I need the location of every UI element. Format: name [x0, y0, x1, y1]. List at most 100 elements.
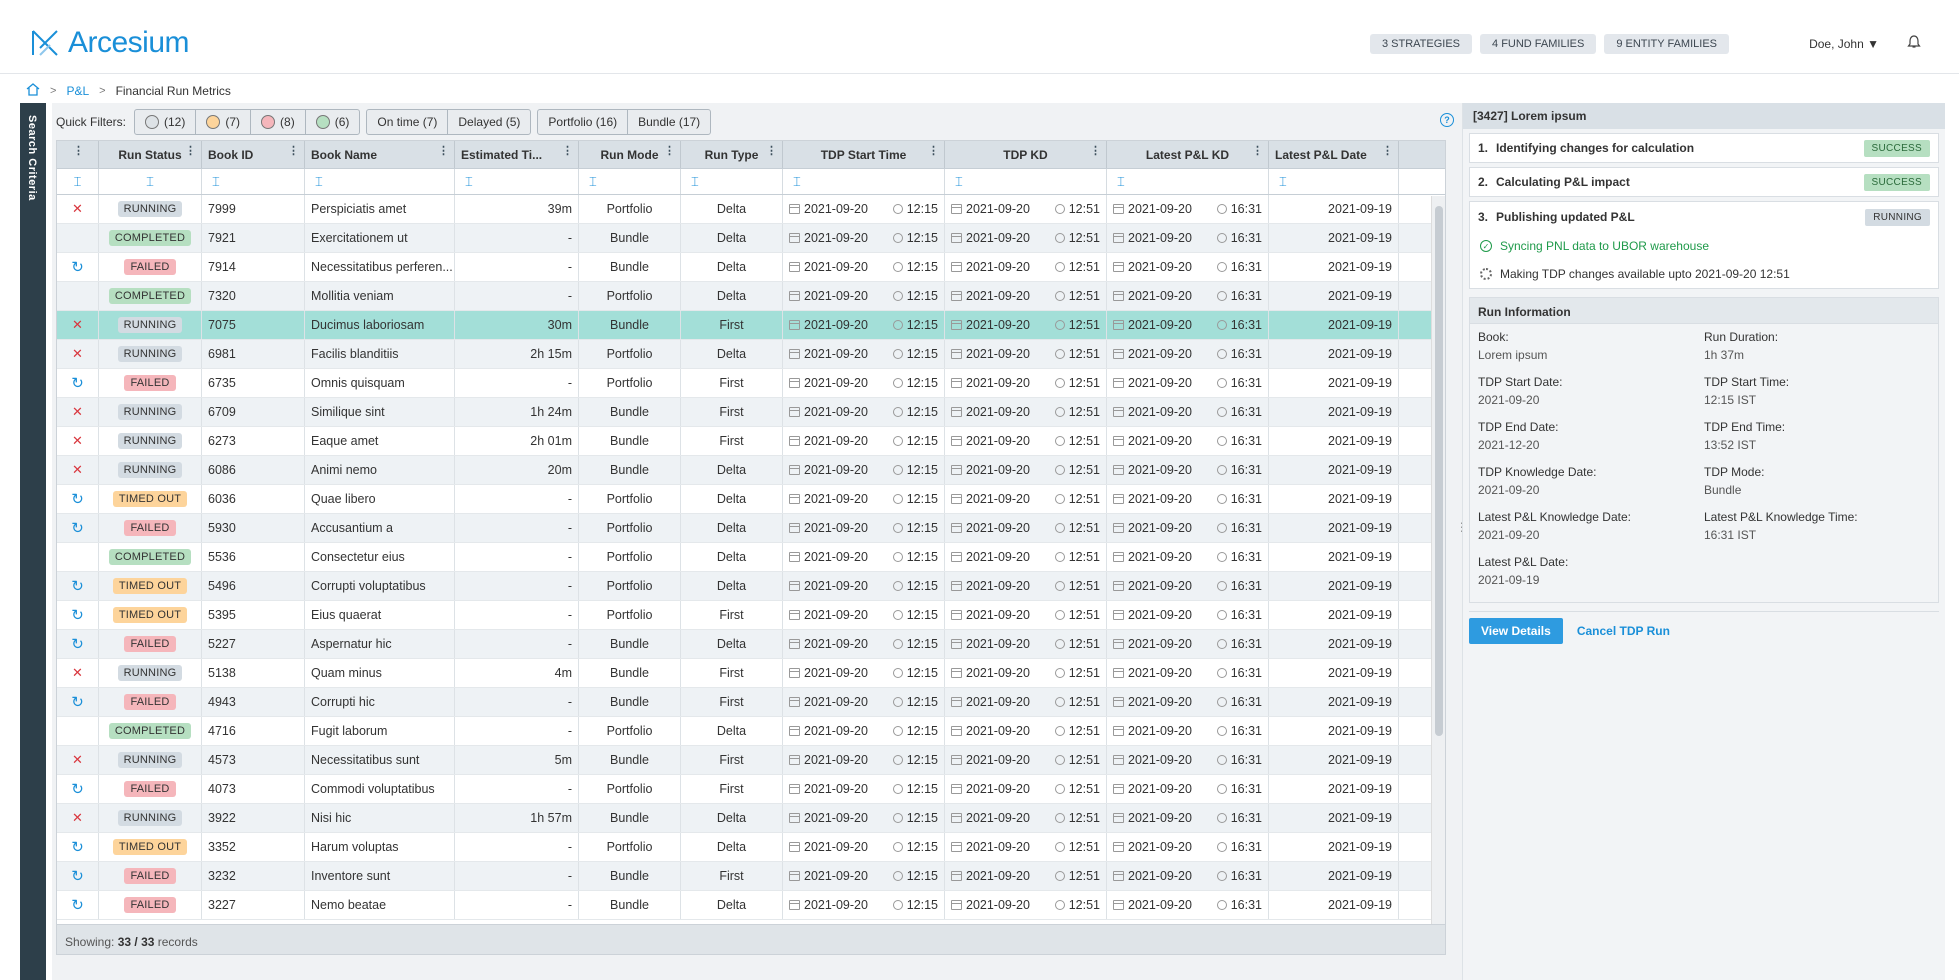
filter-cell[interactable]: ⌶ [945, 169, 1107, 194]
table-row[interactable]: ↻ FAILED 7914 Necessitatibus perferen...… [57, 253, 1445, 282]
cancel-run-icon[interactable]: ✕ [72, 665, 83, 681]
table-row[interactable]: ✕ RUNNING 4573 Necessitatibus sunt 5m Bu… [57, 746, 1445, 775]
scrollbar-thumb[interactable] [1435, 206, 1443, 736]
table-row[interactable]: ↻ FAILED 4943 Corrupti hic - Bundle Firs… [57, 688, 1445, 717]
column-menu-icon[interactable]: ⋮ [664, 146, 675, 157]
table-row[interactable]: ✕ RUNNING 6709 Similique sint 1h 24m Bun… [57, 398, 1445, 427]
rerun-icon[interactable]: ↻ [71, 838, 84, 856]
cancel-run-icon[interactable]: ✕ [72, 810, 83, 826]
table-row[interactable]: ↻ FAILED 6735 Omnis quisquam - Portfolio… [57, 369, 1445, 398]
text-filter-icon[interactable]: ⌶ [1279, 174, 1287, 190]
text-filter-icon[interactable]: ⌶ [691, 174, 699, 190]
rerun-icon[interactable]: ↻ [71, 896, 84, 914]
column-menu-icon[interactable]: ⋮ [1090, 146, 1101, 157]
user-menu[interactable]: Doe, John ▼ [1809, 37, 1879, 51]
filter-on-time[interactable]: On time (7) [367, 110, 449, 134]
column-header-run-mode[interactable]: Run Mode ⋮ [579, 141, 681, 168]
filter-cell[interactable]: ⌶ [202, 169, 305, 194]
breadcrumb-pl[interactable]: P&L [66, 84, 89, 98]
column-menu-icon[interactable]: ⋮ [1252, 146, 1263, 157]
table-row[interactable]: ↻ TIMED OUT 3352 Harum voluptas - Portfo… [57, 833, 1445, 862]
filter-cell[interactable]: ⌶ [783, 169, 945, 194]
logo[interactable]: Arcesium [30, 26, 190, 60]
text-filter-icon[interactable]: ⌶ [212, 174, 220, 190]
table-row[interactable]: ↻ FAILED 5930 Accusantium a - Portfolio … [57, 514, 1445, 543]
text-filter-icon[interactable]: ⌶ [146, 174, 154, 190]
table-row[interactable]: COMPLETED 7320 Mollitia veniam - Portfol… [57, 282, 1445, 311]
column-menu-icon[interactable]: ⋮ [562, 146, 573, 157]
table-row[interactable]: ↻ FAILED 3227 Nemo beatae - Bundle Delta… [57, 891, 1445, 920]
table-row[interactable]: ✕ RUNNING 7075 Ducimus laboriosam 30m Bu… [57, 311, 1445, 340]
column-header-tdp-kd[interactable]: TDP KD ⋮ [945, 141, 1107, 168]
rerun-icon[interactable]: ↻ [71, 867, 84, 885]
table-row[interactable]: ↻ TIMED OUT 6036 Quae libero - Portfolio… [57, 485, 1445, 514]
fund-families-badge[interactable]: 4 FUND FAMILIES [1480, 34, 1597, 54]
column-header-run-type[interactable]: Run Type ⋮ [681, 141, 783, 168]
cancel-run-icon[interactable]: ✕ [72, 752, 83, 768]
column-menu-icon[interactable]: ⋮ [288, 146, 299, 157]
column-menu-icon[interactable]: ⋮ [766, 146, 777, 157]
rerun-icon[interactable]: ↻ [71, 374, 84, 392]
column-menu-icon[interactable]: ⋮ [73, 146, 84, 157]
column-header-latest-pl-kd[interactable]: Latest P&L KD ⋮ [1107, 141, 1269, 168]
table-row[interactable]: COMPLETED 7921 Exercitationem ut - Bundl… [57, 224, 1445, 253]
filter-portfolio[interactable]: Portfolio (16) [538, 110, 629, 134]
table-row[interactable]: ↻ FAILED 4073 Commodi voluptatibus - Por… [57, 775, 1445, 804]
table-row[interactable]: ↻ FAILED 5227 Aspernatur hic - Bundle De… [57, 630, 1445, 659]
text-filter-icon[interactable]: ⌶ [315, 174, 323, 190]
rerun-icon[interactable]: ↻ [71, 693, 84, 711]
cancel-run-icon[interactable]: ✕ [72, 346, 83, 362]
filter-cell[interactable]: ⌶ [455, 169, 579, 194]
rerun-icon[interactable]: ↻ [71, 635, 84, 653]
cancel-run-icon[interactable]: ✕ [72, 433, 83, 449]
text-filter-icon[interactable]: ⌶ [465, 174, 473, 190]
table-row[interactable]: ↻ TIMED OUT 5496 Corrupti voluptatibus -… [57, 572, 1445, 601]
table-row[interactable]: ✕ RUNNING 6273 Eaque amet 2h 01m Bundle … [57, 427, 1445, 456]
rerun-icon[interactable]: ↻ [71, 490, 84, 508]
table-row[interactable]: ✕ RUNNING 3922 Nisi hic 1h 57m Bundle De… [57, 804, 1445, 833]
column-menu-icon[interactable]: ⋮ [185, 146, 196, 157]
table-row[interactable]: ↻ TIMED OUT 5395 Eius quaerat - Portfoli… [57, 601, 1445, 630]
filter-timed-out[interactable]: (7) [196, 110, 252, 134]
search-criteria-tab[interactable]: Search Criteria [20, 103, 46, 980]
column-header-run-status[interactable]: Run Status ⋮ [99, 141, 202, 168]
filter-delayed[interactable]: Delayed (5) [448, 110, 530, 134]
filter-running[interactable]: (12) [135, 110, 197, 134]
column-menu-icon[interactable]: ⋮ [438, 146, 449, 157]
rerun-icon[interactable]: ↻ [71, 780, 84, 798]
filter-cell[interactable]: ⌶ [99, 169, 202, 194]
cancel-run-icon[interactable]: ✕ [72, 201, 83, 217]
entity-families-badge[interactable]: 9 ENTITY FAMILIES [1604, 34, 1729, 54]
strategies-badge[interactable]: 3 STRATEGIES [1369, 34, 1473, 54]
column-header-book-name[interactable]: Book Name ⋮ [305, 141, 455, 168]
cancel-run-icon[interactable]: ✕ [72, 317, 83, 333]
table-row[interactable]: COMPLETED 4716 Fugit laborum - Portfolio… [57, 717, 1445, 746]
column-header-actions[interactable]: ⋮ [57, 141, 99, 168]
cancel-tdp-run-link[interactable]: Cancel TDP Run [1577, 624, 1670, 638]
column-menu-icon[interactable]: ⋮ [1382, 146, 1393, 157]
table-row[interactable]: COMPLETED 5536 Consectetur eius - Portfo… [57, 543, 1445, 572]
home-icon[interactable] [26, 83, 40, 99]
filter-cell[interactable]: ⌶ [1107, 169, 1269, 194]
table-row[interactable]: ✕ RUNNING 7999 Perspiciatis amet 39m Por… [57, 195, 1445, 224]
table-row[interactable]: ✕ RUNNING 6086 Animi nemo 20m Bundle Del… [57, 456, 1445, 485]
filter-cell[interactable]: ⌶ [305, 169, 455, 194]
column-header-tdp-start-time[interactable]: TDP Start Time ⋮ [783, 141, 945, 168]
rerun-icon[interactable]: ↻ [71, 519, 84, 537]
column-header-book-id[interactable]: Book ID ⋮ [202, 141, 305, 168]
table-row[interactable]: ✕ RUNNING 6981 Facilis blanditiis 2h 15m… [57, 340, 1445, 369]
text-filter-icon[interactable]: ⌶ [589, 174, 597, 190]
rerun-icon[interactable]: ↻ [71, 577, 84, 595]
filter-failed[interactable]: (8) [251, 110, 306, 134]
column-header-estimated-time[interactable]: Estimated Ti... ⋮ [455, 141, 579, 168]
filter-bundle[interactable]: Bundle (17) [628, 110, 710, 134]
rerun-icon[interactable]: ↻ [71, 606, 84, 624]
column-menu-icon[interactable]: ⋮ [928, 146, 939, 157]
view-details-button[interactable]: View Details [1469, 618, 1563, 644]
text-filter-icon[interactable]: ⌶ [1117, 174, 1125, 190]
text-filter-icon[interactable]: ⌶ [955, 174, 963, 190]
vertical-scrollbar[interactable] [1431, 196, 1445, 924]
filter-cell[interactable]: ⌶ [1269, 169, 1399, 194]
rerun-icon[interactable]: ↻ [71, 258, 84, 276]
table-row[interactable]: ✕ RUNNING 5138 Quam minus 4m Bundle Firs… [57, 659, 1445, 688]
